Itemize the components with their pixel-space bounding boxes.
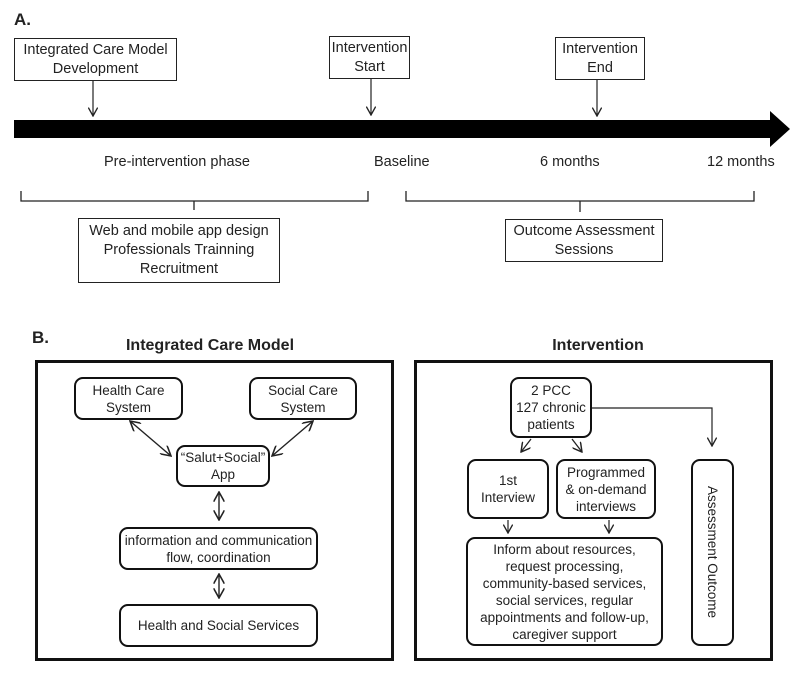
node-information-flow: information and communication flow, coor… <box>119 527 318 570</box>
timeline-arrow <box>14 111 790 147</box>
bracket-post-baseline <box>405 191 755 212</box>
node-social-care-system: Social Care System <box>249 377 357 420</box>
outcome-assessment-box: Outcome Assessment Sessions <box>505 219 663 262</box>
timeline-label-pre-intervention: Pre-intervention phase <box>104 154 250 170</box>
intervention-title: Intervention <box>552 337 644 354</box>
panel-b-label: B. <box>32 328 49 347</box>
node-health-social-services: Health and Social Services <box>119 604 318 647</box>
assessment-outcome-label: Assessment Outcome <box>705 486 720 619</box>
bracket-pre-intervention <box>20 191 369 210</box>
node-salut-social-app: “Salut+Social” App <box>176 445 270 487</box>
node-health-care-system: Health Care System <box>74 377 183 420</box>
milestone-icm-development: Integrated Care Model Development <box>14 38 177 81</box>
timeline-label-12-months: 12 months <box>707 154 775 170</box>
panel-a-label: A. <box>14 10 31 29</box>
node-first-interview: 1st Interview <box>467 459 549 519</box>
pre-intervention-activities-box: Web and mobile app design Professionals … <box>78 218 280 283</box>
timeline-label-baseline: Baseline <box>374 154 430 170</box>
node-pcc-patients: 2 PCC 127 chronic patients <box>510 377 592 438</box>
timeline-label-6-months: 6 months <box>540 154 600 170</box>
milestone-intervention-start: Intervention Start <box>329 36 410 79</box>
milestone-intervention-end: Intervention End <box>555 37 645 80</box>
node-programmed-interviews: Programmed & on-demand interviews <box>556 459 656 519</box>
integrated-care-model-title: Integrated Care Model <box>125 337 295 354</box>
node-assessment-outcome: Assessment Outcome <box>691 459 734 646</box>
node-inform-resources: Inform about resources, request processi… <box>466 537 663 646</box>
